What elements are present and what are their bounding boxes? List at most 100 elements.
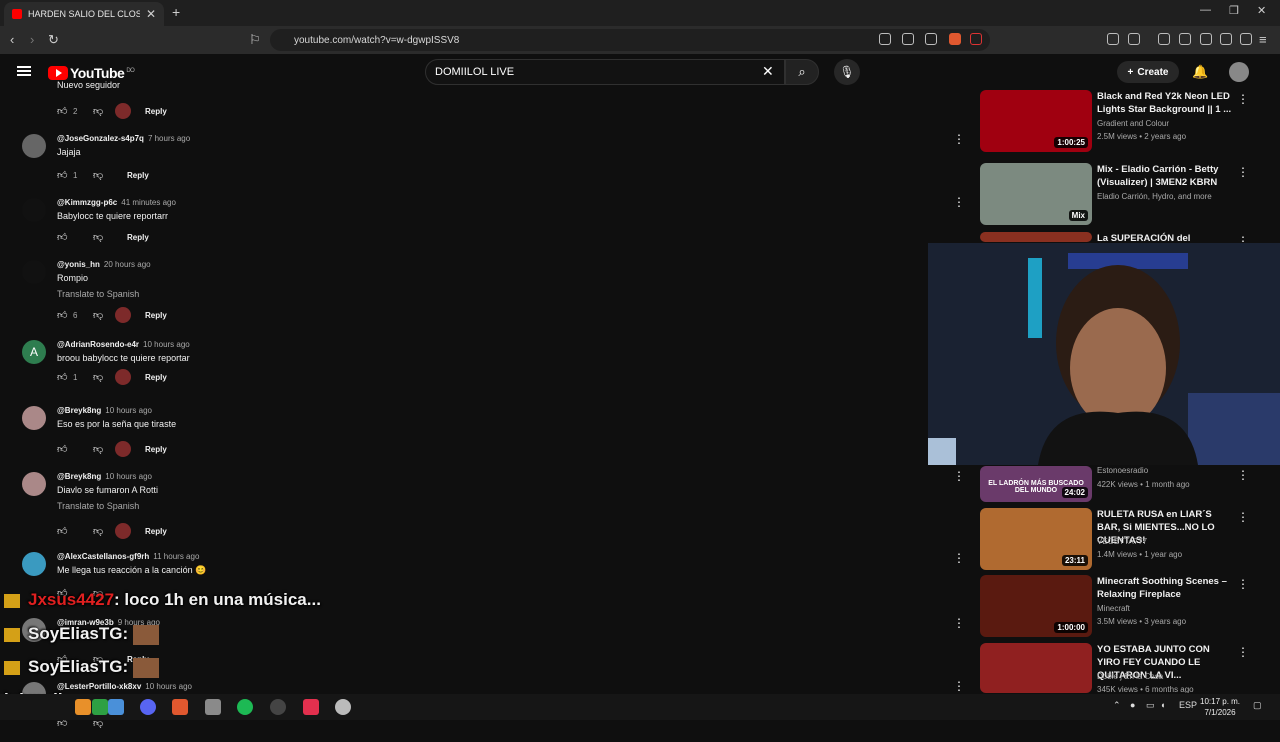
cast-icon[interactable] (879, 33, 891, 45)
browser-tab[interactable]: HARDEN SALIO DEL CLOSET? 🤔 ✕ (4, 2, 164, 26)
comment-author[interactable]: @LesterPortillo-xk8xv (57, 682, 141, 691)
reload-icon[interactable]: ↻ (48, 32, 59, 48)
comment-more-icon[interactable]: ⋮ (953, 679, 965, 693)
share-icon[interactable] (925, 33, 937, 45)
video-thumbnail[interactable]: EL LADRÓN MÁS BUSCADO DEL MUNDO 24:02 (980, 466, 1092, 502)
translate-link[interactable]: Translate to Spanish (57, 501, 139, 511)
dislike-icon[interactable]: 👎︎ (93, 371, 107, 383)
maximize-button[interactable]: ❐ (1229, 4, 1239, 17)
discord-icon[interactable] (140, 699, 156, 715)
sidebar-icon[interactable] (1179, 33, 1191, 45)
comment-author[interactable]: @AdrianRosendo-e4r (57, 340, 139, 349)
translate-link[interactable]: Translate to Spanish (57, 289, 139, 299)
like-icon[interactable]: 👍︎ (57, 309, 69, 321)
recommendation-item[interactable]: EL LADRÓN MÁS BUSCADO DEL MUNDO 24:02 Esto… (980, 466, 1250, 502)
brave-shield-icon[interactable] (949, 33, 961, 45)
comment-time[interactable]: 10 hours ago (105, 406, 152, 415)
commenter-avatar[interactable] (22, 472, 46, 496)
commenter-avatar[interactable]: A (22, 340, 46, 364)
reply-button[interactable]: Reply (145, 311, 167, 320)
comment-more-icon[interactable]: ⋮ (953, 551, 965, 565)
vpn-icon[interactable] (1240, 33, 1252, 45)
comment-time[interactable]: 7 hours ago (148, 134, 190, 143)
dislike-icon[interactable]: 👎︎ (93, 525, 107, 537)
reply-button[interactable]: Reply (145, 527, 167, 536)
more-options-icon[interactable]: ⋮ (1237, 468, 1249, 482)
like-icon[interactable]: 👍︎ (57, 371, 69, 383)
app-icon[interactable] (303, 699, 319, 715)
comment-author[interactable]: @Kimmzgg-p6c (57, 198, 117, 207)
video-thumbnail[interactable]: Mix (980, 163, 1092, 225)
comment-author[interactable]: @yonis_hn (57, 260, 100, 269)
video-thumbnail[interactable] (980, 643, 1092, 693)
search-button[interactable]: ⌕ (785, 59, 819, 85)
video-title[interactable]: La SUPERACIÓN del (1097, 232, 1233, 242)
video-title[interactable]: Mix - Eladio Carrión - Betty (Visualizer… (1097, 163, 1233, 189)
dislike-icon[interactable]: 👎︎ (93, 309, 107, 321)
calculator-icon[interactable] (205, 699, 221, 715)
back-icon[interactable]: ‹ (10, 32, 14, 47)
dislike-icon[interactable]: 👎︎ (93, 169, 107, 181)
bookmark-icon[interactable]: ⚐ (249, 32, 261, 48)
like-icon[interactable]: 👍︎ (57, 169, 69, 181)
recommendation-item[interactable]: YO ESTABA JUNTO CON YIRO FEY CUANDO LE Q… (980, 643, 1250, 693)
comment-more-icon[interactable]: ⋮ (953, 469, 965, 483)
comment-author[interactable]: @Breyk8ng (57, 472, 101, 481)
network-icon[interactable]: ▭ (1146, 700, 1155, 711)
recommendation-item[interactable]: La SUPERACIÓN del ⋮ (980, 232, 1250, 242)
recommendation-item[interactable]: 1:00:25 Black and Red Y2k Neon LED Lights… (980, 90, 1250, 152)
recommendation-item[interactable]: 23:11 RULETA RUSA en LIAR´S BAR, Si MIENT… (980, 508, 1250, 570)
comment-time[interactable]: 10 hours ago (105, 472, 152, 481)
dislike-icon[interactable]: 👎︎ (93, 105, 107, 117)
wallet-icon[interactable] (1200, 33, 1212, 45)
more-options-icon[interactable]: ⋮ (1237, 234, 1249, 242)
comment-time[interactable]: 11 hours ago (153, 552, 199, 561)
reply-button[interactable]: Reply (145, 373, 167, 382)
explorer-icon[interactable] (108, 699, 124, 715)
spotify-icon[interactable] (237, 699, 253, 715)
new-tab-button[interactable]: + (172, 4, 180, 20)
like-icon[interactable]: 👍︎ (57, 105, 69, 117)
comment-time[interactable]: 10 hours ago (145, 682, 192, 691)
youtube-logo-text[interactable]: YouTube DO (70, 65, 135, 81)
video-title[interactable]: Black and Red Y2k Neon LED Lights Star B… (1097, 90, 1233, 116)
screenshot-icon[interactable] (1128, 33, 1140, 45)
comment-time[interactable]: 20 hours ago (104, 260, 151, 269)
comment-time[interactable]: 41 minutes ago (121, 198, 176, 207)
forward-icon[interactable]: › (30, 32, 34, 47)
like-icon[interactable]: 👍︎ (57, 525, 69, 537)
hamburger-menu-icon[interactable] (17, 66, 31, 76)
dislike-icon[interactable]: 👎︎ (93, 231, 107, 243)
translate-icon[interactable] (902, 33, 914, 45)
like-icon[interactable]: 👍︎ (57, 443, 69, 455)
channel-name[interactable]: Minecraft (1097, 604, 1130, 613)
clear-search-icon[interactable]: ✕ (762, 63, 774, 80)
more-options-icon[interactable]: ⋮ (1237, 92, 1249, 106)
recommendation-item[interactable]: 1:00:00 Minecraft Soothing Scenes – Relax… (980, 575, 1250, 637)
comment-author[interactable]: @JoseGonzalez-s4p7q (57, 134, 144, 143)
youtube-logo-icon[interactable] (48, 66, 68, 80)
brave-browser-icon[interactable] (172, 699, 188, 715)
comment-author[interactable]: @Breyk8ng (57, 406, 101, 415)
comment-author[interactable]: @AlexCastellanos-gf9rh (57, 552, 149, 561)
brave-rewards-icon[interactable] (970, 33, 982, 45)
close-window-button[interactable]: ✕ (1257, 4, 1266, 17)
channel-name[interactable]: Gradient and Colour (1097, 119, 1169, 128)
channel-name[interactable]: VEGETTA777 (1097, 537, 1147, 546)
comment-time[interactable]: 10 hours ago (143, 340, 190, 349)
reply-button[interactable]: Reply (127, 233, 149, 242)
channel-name[interactable]: Estonoesradio (1097, 466, 1148, 475)
commenter-avatar[interactable] (22, 198, 46, 222)
comment-more-icon[interactable]: ⋮ (953, 616, 965, 630)
microphone-icon[interactable]: 🎙 (834, 59, 860, 85)
app-icon[interactable] (75, 699, 91, 715)
video-thumbnail[interactable] (980, 232, 1092, 242)
video-thumbnail[interactable]: 1:00:00 (980, 575, 1092, 637)
video-thumbnail[interactable]: 23:11 (980, 508, 1092, 570)
like-icon[interactable]: 👍︎ (57, 231, 69, 243)
leo-icon[interactable] (1220, 33, 1232, 45)
reply-button[interactable]: Reply (145, 107, 167, 116)
extensions-icon[interactable] (1107, 33, 1119, 45)
channel-name[interactable]: Doble j En la Casa (1097, 672, 1163, 681)
dislike-icon[interactable]: 👎︎ (93, 443, 107, 455)
